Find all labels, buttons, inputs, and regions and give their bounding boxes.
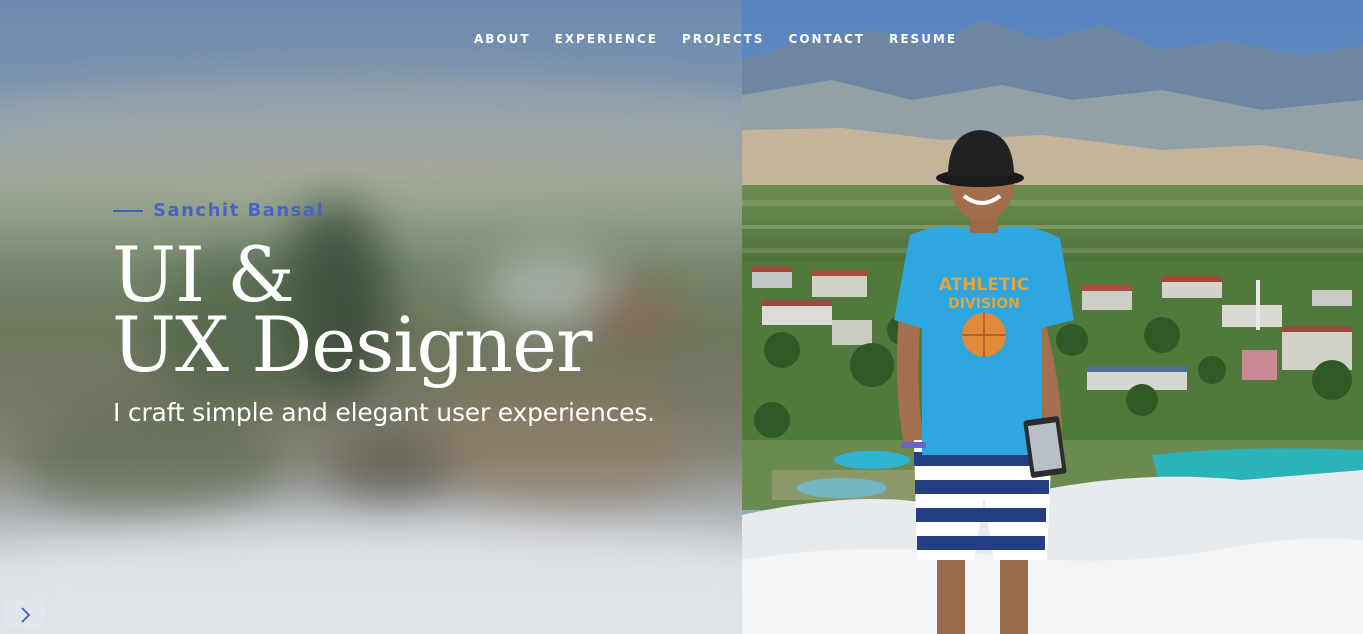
accent-line: [113, 209, 143, 212]
hero-eyebrow: Sanchit Bansal: [113, 200, 324, 221]
shirt-print-line2: DIVISION: [948, 296, 1020, 312]
headline-line-2: UX Designer: [112, 300, 592, 389]
nav-projects[interactable]: PROJECTS: [682, 32, 765, 46]
nav-experience[interactable]: EXPERIENCE: [555, 32, 658, 46]
main-nav: ABOUT EXPERIENCE PROJECTS CONTACT RESUME: [474, 32, 957, 46]
nav-about[interactable]: ABOUT: [474, 32, 531, 46]
hero-tagline: I craft simple and elegant user experien…: [113, 398, 655, 427]
portrait-photo: ATHLETIC DIVISION: [742, 0, 1363, 634]
nav-resume[interactable]: RESUME: [889, 32, 957, 46]
hero-headline: UI & UX Designer: [112, 237, 592, 389]
shirt-print-line1: ATHLETIC: [939, 275, 1030, 295]
chevron-right-icon: [21, 606, 31, 623]
scroll-next-button[interactable]: [4, 600, 46, 629]
landscape-photo: ATHLETIC DIVISION: [742, 0, 1363, 634]
author-name: Sanchit Bansal: [153, 200, 325, 221]
nav-contact[interactable]: CONTACT: [789, 32, 866, 46]
